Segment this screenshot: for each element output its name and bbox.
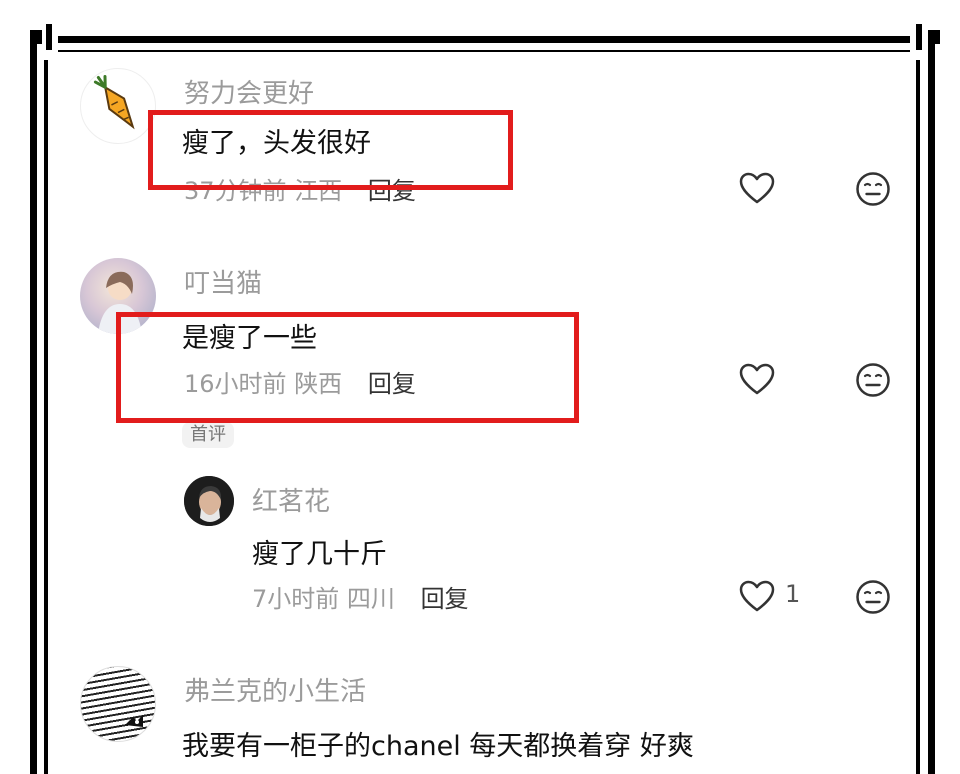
avatar[interactable]	[184, 476, 234, 526]
frame-corner-right	[928, 30, 940, 44]
like-count: 1	[785, 580, 801, 608]
sketch-avatar-icon	[125, 715, 143, 727]
frame-top-thick	[58, 36, 910, 43]
meh-face-icon[interactable]	[853, 577, 893, 617]
reply-meta: 7小时前 四川 回复	[252, 579, 469, 614]
comment-author[interactable]: 努力会更好	[184, 73, 314, 110]
portrait-avatar-icon	[184, 476, 234, 526]
reply-location: 四川	[346, 585, 395, 613]
frame-right-outer	[928, 44, 935, 774]
carrot-icon	[93, 75, 135, 130]
reply-button[interactable]: 回复	[421, 585, 469, 613]
meh-face-icon[interactable]	[853, 169, 893, 209]
avatar[interactable]	[80, 68, 156, 144]
highlight-box	[116, 312, 579, 423]
frame-corner-left	[30, 30, 42, 44]
comment-list: 努力会更好 瘦了，头发很好 37分钟前 江西 回复 叮当猫 是瘦了一些 16小时…	[58, 56, 906, 774]
frame-corner-left-inner	[46, 24, 52, 50]
frame-left-outer	[30, 44, 37, 774]
frame-left-inner	[44, 60, 48, 774]
avatar[interactable]	[80, 666, 156, 742]
comment-text: 我要有一柜子的chanel 每天都换着穿 好爽	[182, 731, 694, 762]
comment-author[interactable]: 叮当猫	[184, 263, 262, 300]
heart-outline-icon[interactable]	[737, 169, 777, 209]
frame-top-thin	[58, 50, 910, 52]
first-comment-badge: 首评	[182, 422, 234, 448]
frame-corner-right-inner	[916, 24, 922, 50]
heart-outline-icon[interactable]	[737, 360, 777, 400]
reply-text: 瘦了几十斤	[252, 539, 387, 570]
highlight-box	[148, 110, 513, 190]
reply-time: 7小时前	[252, 585, 340, 613]
comment-author[interactable]: 弗兰克的小生活	[184, 671, 366, 708]
meh-face-icon[interactable]	[853, 360, 893, 400]
reply-author[interactable]: 红茗花	[252, 481, 330, 518]
heart-outline-icon[interactable]	[737, 577, 777, 617]
frame-right-inner	[916, 60, 920, 774]
